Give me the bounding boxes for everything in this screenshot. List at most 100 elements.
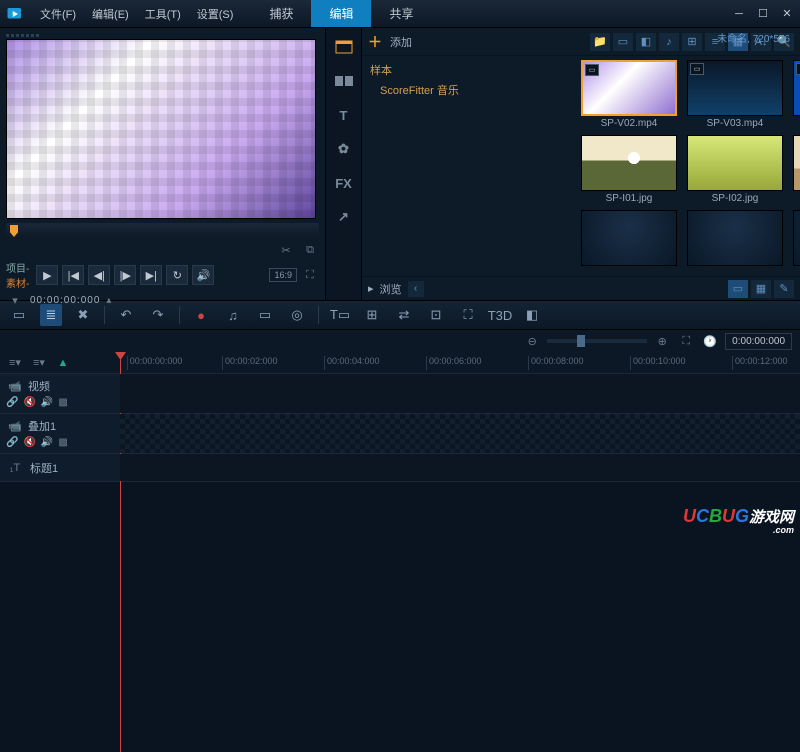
tab-share[interactable]: 共享 <box>371 0 431 27</box>
library-footer: ▸ 浏览 ‹ ▭ ▦ ✎ <box>362 276 800 300</box>
thumb-item[interactable] <box>793 210 800 266</box>
track-menu1-icon[interactable]: ≡▾ <box>6 354 24 372</box>
zoom-in-icon[interactable]: ⊕ <box>653 332 671 350</box>
link-icon[interactable]: 🔗 <box>6 437 18 448</box>
zoom-slider[interactable] <box>547 339 647 343</box>
video-track-icon: 📹 <box>6 377 24 395</box>
track-video: 📹 视频 🔗 🔇 🔊 ▩ <box>0 374 800 414</box>
mute-icon[interactable]: 🔇 <box>23 437 35 448</box>
libtab-transition-icon[interactable] <box>332 70 356 92</box>
app-logo-icon <box>6 5 24 23</box>
track-menu2-icon[interactable]: ≡▾ <box>30 354 48 372</box>
loop-button[interactable]: ↻ <box>166 265 188 285</box>
menu-file[interactable]: 文件(F) <box>32 2 84 26</box>
panel-mode3-icon[interactable]: ✎ <box>774 280 794 298</box>
mode-clip-label[interactable]: 素材- <box>6 275 29 290</box>
filter-all-icon[interactable]: ⊞ <box>682 33 702 51</box>
solo-icon[interactable]: 🔊 <box>41 397 53 408</box>
libtab-path-icon[interactable]: ↗ <box>332 206 356 228</box>
maximize-icon[interactable]: ☐ <box>756 7 770 21</box>
play-button[interactable]: ▶ <box>36 265 58 285</box>
zoom-out-icon[interactable]: ⊖ <box>523 332 541 350</box>
go-end-button[interactable]: ▶| <box>140 265 162 285</box>
step-fwd-button[interactable]: |▶ <box>114 265 136 285</box>
track-up-icon[interactable]: ▲ <box>54 354 72 372</box>
filter-video-icon[interactable]: ▭ <box>613 33 633 51</box>
libtab-graphic-icon[interactable]: ✿ <box>332 138 356 160</box>
thumb-label: SP-V02.mp4 <box>601 118 658 129</box>
thumb-label: SP-V03.mp4 <box>707 118 764 129</box>
mute-icon[interactable]: 🔇 <box>23 397 35 408</box>
library-category-sidebar: T ✿ FX ↗ <box>325 28 361 300</box>
clock-icon[interactable]: 🕐 <box>701 332 719 350</box>
lock-icon[interactable]: ▩ <box>58 437 67 448</box>
preview-scrubber[interactable] <box>6 223 319 239</box>
subtitle-icon[interactable]: T▭ <box>329 304 351 326</box>
go-start-button[interactable]: |◀ <box>62 265 84 285</box>
track-label: 叠加1 <box>28 418 56 434</box>
menu-settings[interactable]: 设置(S) <box>189 2 242 26</box>
browse-expand-icon[interactable]: ▸ <box>368 282 374 295</box>
menu-tools[interactable]: 工具(T) <box>137 2 189 26</box>
thumb-item[interactable]: SP-I01.jpg <box>581 135 677 204</box>
libtab-title-icon[interactable]: T <box>332 104 356 126</box>
close-icon[interactable]: ✕ <box>780 7 794 21</box>
time-ruler[interactable]: 00:00:00:000 00:00:02:000 00:00:04:000 0… <box>120 352 800 373</box>
browse-label[interactable]: 浏览 <box>380 281 402 297</box>
tab-capture[interactable]: 捕获 <box>251 0 311 27</box>
thumb-item[interactable]: ▭SP-V03.mp4 <box>687 60 783 129</box>
thumb-item[interactable] <box>581 210 677 266</box>
menu-edit[interactable]: 编辑(E) <box>84 2 137 26</box>
pan-zoom-icon[interactable]: ⊡ <box>425 304 447 326</box>
fullscreen-icon[interactable]: ⛶ <box>301 266 319 284</box>
eraser-icon[interactable]: ◧ <box>521 304 543 326</box>
window-controls: ─ ☐ ✕ <box>732 7 794 21</box>
aspect-ratio[interactable]: 16:9 <box>269 268 297 282</box>
libtab-fx-icon[interactable]: FX <box>332 172 356 194</box>
import-folder-icon[interactable]: 📁 <box>590 33 610 51</box>
tree-scorefitter[interactable]: ScoreFitter 音乐 <box>370 80 565 100</box>
lock-icon[interactable]: ▩ <box>58 397 67 408</box>
track-lane[interactable] <box>120 414 800 453</box>
track-lane[interactable] <box>120 454 800 481</box>
step-back-button[interactable]: ◀| <box>88 265 110 285</box>
add-label[interactable]: 添加 <box>390 34 412 50</box>
thumb-item[interactable]: ▭SP-V02.mp4 <box>581 60 677 129</box>
tc-up-icon[interactable]: ▴ <box>106 295 111 306</box>
track-title: ₁T 标题1 <box>0 454 800 482</box>
scroll-left-icon[interactable]: ‹ <box>408 281 424 297</box>
link-icon[interactable]: 🔗 <box>6 397 18 408</box>
adjust-icon[interactable]: ⇄ <box>393 304 415 326</box>
fit-project-icon[interactable]: ⛶ <box>677 332 695 350</box>
preview-viewport[interactable] <box>6 39 316 219</box>
ruler-mark: 00:00:02:000 <box>222 356 278 370</box>
tab-edit[interactable]: 编辑 <box>311 0 371 27</box>
snapshot-icon[interactable]: ⧉ <box>301 241 319 259</box>
tc-down-icon[interactable]: ▾ <box>6 291 24 309</box>
thumb-item[interactable]: SP-I03.jpg <box>793 135 800 204</box>
thumb-item[interactable] <box>687 210 783 266</box>
track-lane[interactable] <box>120 374 800 413</box>
thumb-item[interactable]: ▭SP-V04.wmv <box>793 60 800 129</box>
minimize-icon[interactable]: ─ <box>732 7 746 21</box>
tree-sample[interactable]: 样本 <box>370 60 565 80</box>
volume-button[interactable]: 🔊 <box>192 265 214 285</box>
filter-photo-icon[interactable]: ◧ <box>636 33 656 51</box>
thumb-label: SP-I01.jpg <box>606 193 653 204</box>
track-overlay: 📹 叠加1 🔗 🔇 🔊 ▩ <box>0 414 800 454</box>
cut-icon[interactable]: ✂ <box>277 241 295 259</box>
libtab-media-icon[interactable] <box>332 36 356 58</box>
track-manager-head: ≡▾ ≡▾ ▲ <box>0 352 120 373</box>
split-screen-icon[interactable]: ⊞ <box>361 304 383 326</box>
thumb-item[interactable]: SP-I02.jpg <box>687 135 783 204</box>
crop-icon[interactable]: ⛶ <box>457 304 479 326</box>
track-label: 视频 <box>28 378 50 394</box>
filter-audio-icon[interactable]: ♪ <box>659 33 679 51</box>
panel-mode2-icon[interactable]: ▦ <box>751 280 771 298</box>
solo-icon[interactable]: 🔊 <box>41 437 53 448</box>
panel-mode1-icon[interactable]: ▭ <box>728 280 748 298</box>
add-icon[interactable]: ＋ <box>368 32 382 52</box>
mode-project-label[interactable]: 项目- <box>6 260 29 275</box>
3d-title-icon[interactable]: T3D <box>489 304 511 326</box>
watermark: UCBUG游戏网 .com <box>683 506 794 533</box>
